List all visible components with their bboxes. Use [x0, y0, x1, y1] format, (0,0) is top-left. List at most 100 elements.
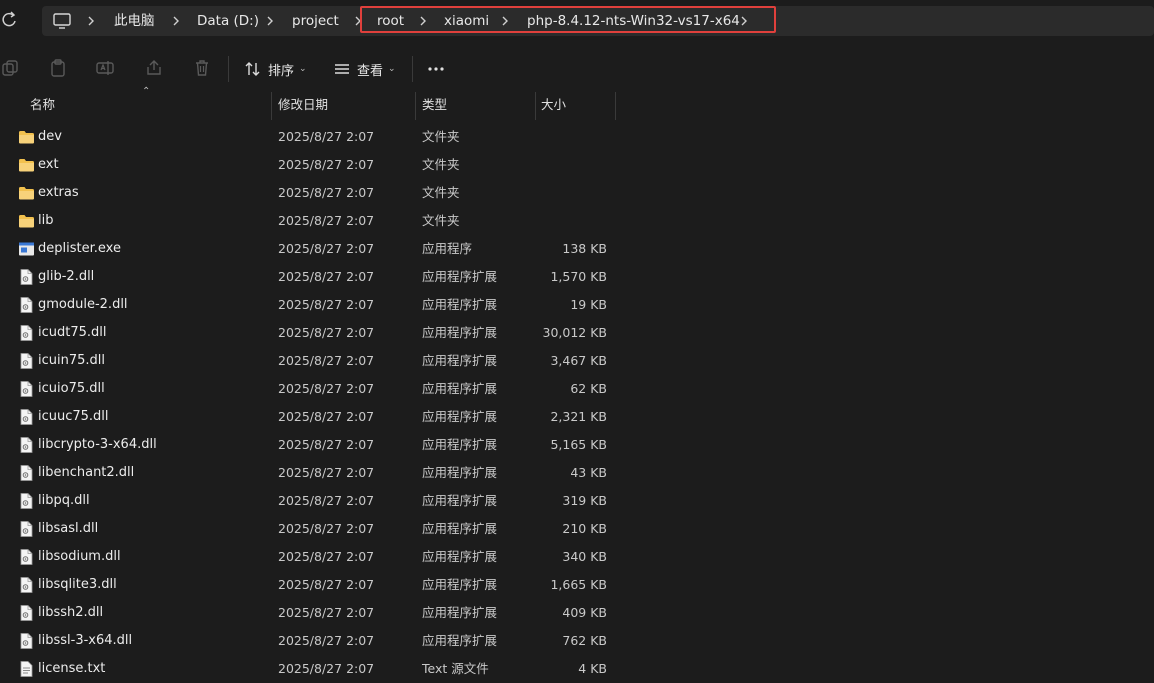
refresh-icon[interactable]	[0, 9, 20, 31]
file-size: 409 KB	[562, 605, 607, 620]
file-size: 2,321 KB	[550, 409, 607, 424]
column-divider[interactable]	[535, 92, 536, 120]
file-modified: 2025/8/27 2:07	[278, 521, 375, 536]
column-divider[interactable]	[615, 92, 616, 120]
file-name[interactable]: gmodule-2.dll	[38, 291, 128, 319]
file-name[interactable]: libsqlite3.dll	[38, 571, 117, 599]
file-name[interactable]: dev	[38, 123, 62, 151]
column-size[interactable]: 大小	[541, 92, 566, 120]
file-name[interactable]: libssh2.dll	[38, 599, 103, 627]
file-type: Text 源文件	[422, 661, 489, 676]
file-name[interactable]: icudt75.dll	[38, 319, 107, 347]
more-options-button[interactable]	[426, 56, 446, 82]
file-name[interactable]: icuio75.dll	[38, 375, 105, 403]
file-name[interactable]: libcrypto-3-x64.dll	[38, 431, 157, 459]
file-size: 5,165 KB	[550, 437, 607, 452]
view-label: 查看	[357, 63, 384, 79]
dll-icon	[18, 325, 35, 341]
file-row[interactable]: libpq.dll 2025/8/27 2:07 应用程序扩展 319 KB	[0, 487, 1154, 515]
file-modified: 2025/8/27 2:07	[278, 661, 375, 676]
file-name[interactable]: libenchant2.dll	[38, 459, 134, 487]
delete-icon[interactable]	[192, 58, 212, 78]
copy-icon[interactable]	[0, 58, 20, 78]
file-modified: 2025/8/27 2:07	[278, 437, 375, 452]
dll-icon	[18, 521, 35, 537]
file-row[interactable]: icuio75.dll 2025/8/27 2:07 应用程序扩展 62 KB	[0, 375, 1154, 403]
breadcrumb-item-data-drive[interactable]: Data (D:)	[197, 6, 259, 36]
address-bar-row: 此电脑 Data (D:) project root xiaomi php-8.…	[0, 0, 1154, 40]
file-modified: 2025/8/27 2:07	[278, 185, 375, 200]
chevron-right-icon[interactable]	[264, 14, 276, 28]
view-button[interactable]: 查看 ⌄	[333, 56, 396, 82]
file-modified: 2025/8/27 2:07	[278, 325, 375, 340]
file-name[interactable]: glib-2.dll	[38, 263, 94, 291]
file-row[interactable]: libssh2.dll 2025/8/27 2:07 应用程序扩展 409 KB	[0, 599, 1154, 627]
file-type: 应用程序扩展	[422, 493, 498, 508]
share-icon[interactable]	[144, 58, 164, 78]
column-modified[interactable]: 修改日期	[278, 92, 328, 120]
file-type: 应用程序扩展	[422, 521, 498, 536]
file-type: 应用程序扩展	[422, 409, 498, 424]
folder-icon	[18, 157, 35, 173]
file-modified: 2025/8/27 2:07	[278, 549, 375, 564]
file-row[interactable]: icudt75.dll 2025/8/27 2:07 应用程序扩展 30,012 KB	[0, 319, 1154, 347]
file-modified: 2025/8/27 2:07	[278, 241, 375, 256]
file-row[interactable]: icuuc75.dll 2025/8/27 2:07 应用程序扩展 2,321 KB	[0, 403, 1154, 431]
dll-icon	[18, 605, 35, 621]
file-row[interactable]: libssl-3-x64.dll 2025/8/27 2:07 应用程序扩展 762 …	[0, 627, 1154, 655]
file-name[interactable]: ext	[38, 151, 59, 179]
file-size: 62 KB	[570, 381, 607, 396]
file-row[interactable]: dev 2025/8/27 2:07 文件夹	[0, 123, 1154, 151]
dll-icon	[18, 633, 35, 649]
text-file-icon	[18, 661, 35, 677]
paste-icon[interactable]	[48, 58, 68, 78]
column-divider[interactable]	[415, 92, 416, 120]
file-row[interactable]: lib 2025/8/27 2:07 文件夹	[0, 207, 1154, 235]
file-row[interactable]: deplister.exe 2025/8/27 2:07 应用程序 138 KB	[0, 235, 1154, 263]
file-name[interactable]: license.txt	[38, 655, 105, 683]
command-bar: 排序 ⌄ 查看 ⌄	[0, 48, 1154, 90]
file-type: 应用程序扩展	[422, 269, 498, 284]
file-row[interactable]: libsqlite3.dll 2025/8/27 2:07 应用程序扩展 1,665 …	[0, 571, 1154, 599]
file-size: 138 KB	[562, 241, 607, 256]
file-name[interactable]: libsasl.dll	[38, 515, 98, 543]
file-modified: 2025/8/27 2:07	[278, 157, 375, 172]
column-divider[interactable]	[271, 92, 272, 120]
file-name[interactable]: libssl-3-x64.dll	[38, 627, 132, 655]
file-name[interactable]: libpq.dll	[38, 487, 90, 515]
column-type[interactable]: 类型	[422, 92, 447, 120]
file-row[interactable]: libsasl.dll 2025/8/27 2:07 应用程序扩展 210 KB	[0, 515, 1154, 543]
dll-icon	[18, 577, 35, 593]
dll-icon	[18, 353, 35, 369]
file-name[interactable]: icuin75.dll	[38, 347, 105, 375]
file-row[interactable]: libsodium.dll 2025/8/27 2:07 应用程序扩展 340 KB	[0, 543, 1154, 571]
file-name[interactable]: deplister.exe	[38, 235, 121, 263]
file-row[interactable]: libcrypto-3-x64.dll 2025/8/27 2:07 应用程序扩展 5…	[0, 431, 1154, 459]
file-size: 340 KB	[562, 549, 607, 564]
rename-icon[interactable]	[95, 58, 115, 78]
file-modified: 2025/8/27 2:07	[278, 633, 375, 648]
file-name[interactable]: icuuc75.dll	[38, 403, 109, 431]
file-type: 应用程序扩展	[422, 325, 498, 340]
file-row[interactable]: icuin75.dll 2025/8/27 2:07 应用程序扩展 3,467 KB	[0, 347, 1154, 375]
file-name[interactable]: lib	[38, 207, 53, 235]
file-modified: 2025/8/27 2:07	[278, 269, 375, 284]
sort-icon	[245, 62, 260, 76]
chevron-right-icon[interactable]	[170, 14, 182, 28]
file-row[interactable]: gmodule-2.dll 2025/8/27 2:07 应用程序扩展 19 KB	[0, 291, 1154, 319]
file-name[interactable]: libsodium.dll	[38, 543, 121, 571]
file-row[interactable]: libenchant2.dll 2025/8/27 2:07 应用程序扩展 43 KB	[0, 459, 1154, 487]
computer-icon[interactable]	[52, 12, 72, 30]
chevron-right-icon[interactable]	[85, 14, 97, 28]
breadcrumb-item-project[interactable]: project	[292, 6, 339, 36]
file-row[interactable]: glib-2.dll 2025/8/27 2:07 应用程序扩展 1,570 KB	[0, 263, 1154, 291]
file-type: 应用程序扩展	[422, 577, 498, 592]
file-row[interactable]: extras 2025/8/27 2:07 文件夹	[0, 179, 1154, 207]
file-name[interactable]: extras	[38, 179, 79, 207]
file-modified: 2025/8/27 2:07	[278, 353, 375, 368]
column-name[interactable]: 名称	[30, 92, 55, 120]
breadcrumb-item-this-pc[interactable]: 此电脑	[114, 6, 155, 36]
file-row[interactable]: ext 2025/8/27 2:07 文件夹	[0, 151, 1154, 179]
file-row[interactable]: license.txt 2025/8/27 2:07 Text 源文件 4 KB	[0, 655, 1154, 683]
sort-button[interactable]: 排序 ⌄	[244, 56, 307, 82]
